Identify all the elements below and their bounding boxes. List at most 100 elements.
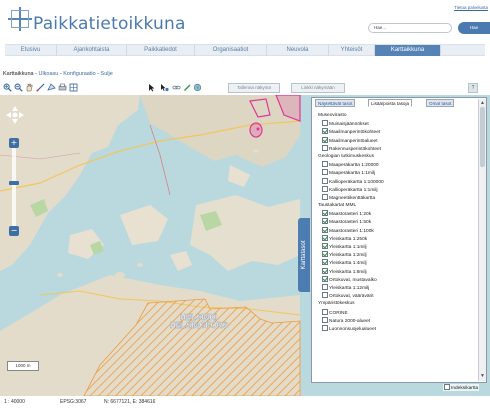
- pan-hand-icon[interactable]: [25, 83, 34, 92]
- link-icon[interactable]: [172, 83, 181, 92]
- layer-item[interactable]: Magneettikenttäkartta: [318, 193, 474, 202]
- index-map-toggle[interactable]: Indeksikartta: [443, 384, 480, 391]
- layer-checkbox[interactable]: [322, 210, 328, 217]
- layer-checkbox[interactable]: [322, 275, 328, 282]
- tab-add-remove-layers[interactable]: Lisää/poista tasoja: [368, 99, 413, 107]
- layer-item[interactable]: Maastorasteri 1:20k: [318, 210, 474, 218]
- layer-checkbox[interactable]: [322, 136, 328, 143]
- tab-own-layers[interactable]: Omat tasot: [426, 99, 455, 107]
- search-button[interactable]: Hae: [458, 22, 490, 34]
- print-icon[interactable]: [58, 83, 67, 92]
- zoom-in-button[interactable]: +: [9, 138, 19, 148]
- layer-item[interactable]: Maastorasteri 1:100k: [318, 226, 474, 235]
- layer-checkbox[interactable]: [322, 292, 328, 299]
- layer-label: Luonnonsuojelualueet: [329, 326, 376, 332]
- layer-item[interactable]: Ortokuvat, mustavalko: [318, 275, 474, 284]
- layer-item[interactable]: Muinaisjäännökset: [318, 120, 474, 128]
- info-cursor-icon[interactable]: [160, 83, 169, 92]
- layer-item[interactable]: Rakennusperintökohteet: [318, 144, 474, 153]
- pan-control-icon[interactable]: [5, 105, 25, 125]
- layer-checkbox[interactable]: [322, 308, 328, 315]
- measure-area-icon[interactable]: [47, 83, 56, 92]
- layer-label: Maaperäkartta 1:1milj: [329, 171, 376, 177]
- layer-list-scrollbar[interactable]: ▲ ▼: [478, 99, 486, 381]
- zoom-out-button[interactable]: −: [9, 226, 19, 236]
- link-view-button[interactable]: Linkki näkymään: [291, 83, 345, 93]
- layer-item[interactable]: Yleiskartta 1:2milj: [318, 251, 474, 259]
- nav-item-etusivu[interactable]: Etusivu: [5, 45, 57, 56]
- nav-item-yhteisot[interactable]: Yhteisöt: [329, 45, 375, 56]
- layer-group-heading: Museovirasto: [318, 113, 347, 118]
- layer-label: Kallioperäkartta 1:100000: [329, 179, 384, 185]
- layers-panel: Näytettävät tasot Lisää/poista tasoja Om…: [311, 97, 487, 383]
- layer-checkbox[interactable]: [322, 267, 328, 274]
- layer-item[interactable]: Maailmanperintöalueet: [318, 136, 474, 145]
- nav-item-karttaikkuna[interactable]: Karttaikkuna: [375, 45, 441, 56]
- nav-item-ajankohtaista[interactable]: Ajankohtaista: [57, 45, 127, 56]
- measure-line-icon[interactable]: [36, 83, 45, 92]
- breadcrumb-link-sulje[interactable]: Sulje: [101, 71, 113, 77]
- layer-item[interactable]: Yleiskartta 1:8milj: [318, 267, 474, 276]
- layer-item[interactable]: Maaperäkartta 1:1milj: [318, 169, 474, 177]
- grid-icon[interactable]: [69, 83, 78, 92]
- layer-item[interactable]: Yleiskartta 1:4milj: [318, 259, 474, 267]
- layer-checkbox[interactable]: [322, 234, 328, 241]
- layer-label: Ortokuvat, mustavalko: [329, 277, 377, 283]
- layer-checkbox[interactable]: [322, 193, 328, 200]
- layer-item[interactable]: Yleiskartta 1:1milj: [318, 243, 474, 251]
- main-nav: Etusivu Ajankohtaista Paikkatiedot Organ…: [5, 44, 485, 56]
- layer-checkbox[interactable]: [322, 161, 328, 168]
- layer-checkbox[interactable]: [322, 120, 328, 127]
- breadcrumb-link-ulkoasu[interactable]: Ulkoasu: [38, 71, 58, 77]
- layer-item[interactable]: Ortokuvat, väärävärit: [318, 292, 474, 300]
- layer-checkbox[interactable]: [322, 259, 328, 266]
- nav-item-neuvola[interactable]: Neuvola: [267, 45, 329, 56]
- nav-item-paikkatiedot[interactable]: Paikkatiedot: [127, 45, 195, 56]
- layer-label: Ortokuvat, väärävärit: [329, 294, 374, 300]
- scroll-up-icon[interactable]: ▲: [480, 100, 485, 106]
- site-title[interactable]: Paikkatietoikkuna: [33, 14, 186, 34]
- layer-checkbox[interactable]: [322, 218, 328, 225]
- scroll-down-icon[interactable]: ▼: [480, 373, 485, 379]
- index-map-checkbox[interactable]: [444, 384, 450, 390]
- layer-item[interactable]: CORINE: [318, 308, 474, 317]
- layer-checkbox[interactable]: [322, 316, 328, 323]
- layer-item[interactable]: Maaperäkartta 1:20000: [318, 161, 474, 169]
- draw-icon[interactable]: [183, 83, 192, 92]
- layer-checkbox[interactable]: [322, 185, 328, 192]
- layer-checkbox[interactable]: [322, 324, 328, 331]
- layer-item[interactable]: Kallioperäkartta 1:1milj: [318, 185, 474, 194]
- logo-icon[interactable]: [8, 7, 32, 31]
- layer-checkbox[interactable]: [322, 226, 328, 233]
- select-arrow-icon[interactable]: [147, 83, 156, 92]
- globe-icon[interactable]: [193, 83, 202, 92]
- nav-item-organisaatiot[interactable]: Organisaatiot: [195, 45, 267, 56]
- layer-checkbox[interactable]: [322, 243, 328, 249]
- help-button[interactable]: ?: [468, 83, 478, 93]
- layer-list: Museovirasto Muinaisjäännökset Maailmanper…: [318, 112, 474, 333]
- layers-side-tab[interactable]: Karttatasot: [298, 218, 310, 292]
- save-view-button[interactable]: Tallenna näkymä: [228, 83, 280, 93]
- layer-item[interactable]: Yleiskartta 1:250k: [318, 234, 474, 243]
- layer-checkbox[interactable]: [322, 283, 328, 290]
- layer-item[interactable]: Maastorasteri 1:50k: [318, 218, 474, 226]
- layer-item[interactable]: Yleiskartta 1:12milj: [318, 283, 474, 292]
- scrollbar-thumb[interactable]: [480, 107, 485, 167]
- layer-item[interactable]: Maailmanperintökohteet: [318, 128, 474, 136]
- breadcrumb-link-konfiguraatio[interactable]: Konfiguraatio: [63, 71, 95, 77]
- search-input[interactable]: Hae...: [368, 23, 452, 33]
- layer-item[interactable]: Luonnonsuojelualueet: [318, 324, 474, 333]
- layer-checkbox[interactable]: [322, 128, 328, 135]
- zoom-slider-handle[interactable]: [9, 181, 19, 185]
- zoom-in-icon[interactable]: [3, 83, 12, 92]
- layer-checkbox[interactable]: [322, 251, 328, 258]
- about-link[interactable]: Tietoa palvelusta: [454, 5, 488, 10]
- layer-checkbox[interactable]: [322, 144, 328, 151]
- tab-visible-layers[interactable]: Näytettävät tasot: [315, 99, 356, 107]
- zoom-slider-track[interactable]: [12, 142, 16, 232]
- layer-checkbox[interactable]: [322, 169, 328, 176]
- zoom-out-icon[interactable]: [14, 83, 23, 92]
- layer-item[interactable]: Kallioperäkartta 1:100000: [318, 177, 474, 186]
- layer-checkbox[interactable]: [322, 177, 328, 184]
- layer-item[interactable]: Natura 2000-alueet: [318, 316, 474, 325]
